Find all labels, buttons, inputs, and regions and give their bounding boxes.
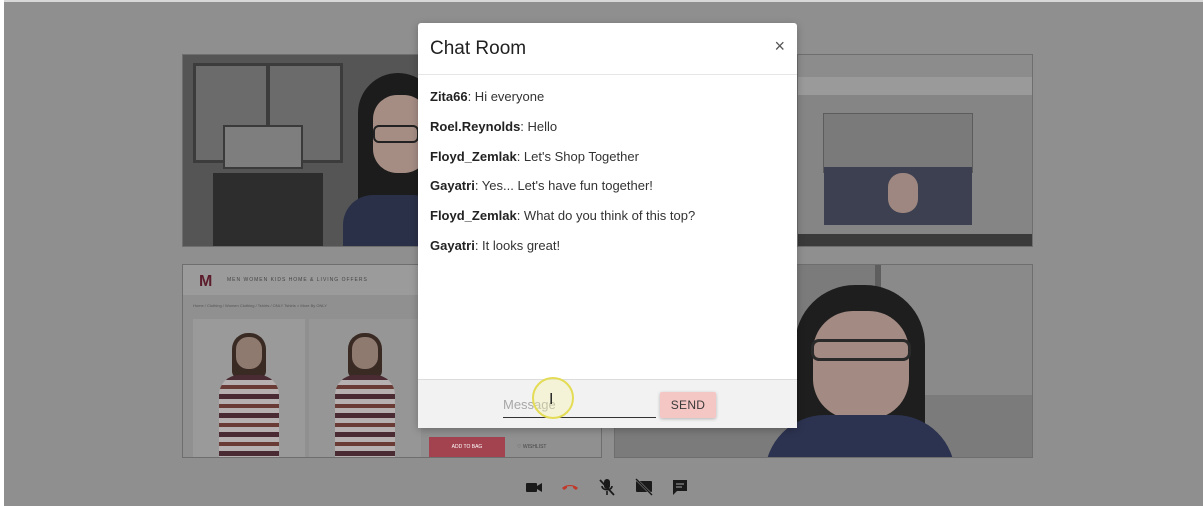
participant-glasses <box>811 339 911 361</box>
mic-off-icon[interactable] <box>596 476 618 498</box>
product-image-1 <box>193 319 305 457</box>
shop-logo: M <box>199 273 213 290</box>
message-text: : What do you think of this top? <box>516 208 696 224</box>
chat-room-modal: Chat Room × Zita66: Hi everyone Roel.Rey… <box>418 23 797 428</box>
video-tile-screen-share[interactable] <box>797 54 1033 247</box>
message-author: Gayatri <box>430 237 475 253</box>
chat-icon[interactable] <box>669 476 691 498</box>
message-author: Floyd_Zemlak <box>430 208 517 224</box>
participant-glasses <box>373 125 419 143</box>
modal-title: Chat Room <box>430 38 527 59</box>
message-list: Zita66: Hi everyone Roel.Reynolds: Hello… <box>430 87 780 266</box>
message-text: : Hi everyone <box>467 89 545 104</box>
message-author: Roel.Reynolds <box>430 118 521 134</box>
message-text: : It looks great! <box>474 237 561 253</box>
chat-message: Floyd_Zemlak: What do you think of this … <box>430 206 780 236</box>
model-head <box>352 337 378 369</box>
chat-message: Roel.Reynolds: Hello <box>430 117 780 147</box>
shop-menu: MEN WOMEN KIDS HOME & LIVING OFFERS <box>227 277 368 283</box>
modal-header: Chat Room × <box>418 23 797 75</box>
chat-message: Zita66: Hi everyone <box>430 87 780 117</box>
message-author: Floyd_Zemlak <box>430 148 517 164</box>
shared-browser-tabs <box>798 55 1032 77</box>
shared-taskbar <box>798 234 1032 246</box>
model-head <box>236 337 262 369</box>
wishlist-button: ♡ WISHLIST <box>517 444 547 450</box>
shared-video-face <box>888 173 918 213</box>
model-striped-top <box>219 375 279 457</box>
room-door <box>213 173 323 246</box>
message-author: Zita66 <box>430 89 468 104</box>
participant-face <box>813 311 909 419</box>
video-tile-participant-1[interactable] <box>182 54 420 247</box>
video-camera-icon[interactable] <box>523 476 545 498</box>
chat-message: Gayatri: It looks great! <box>430 236 780 266</box>
message-author: Gayatri <box>430 178 475 194</box>
product-image-2 <box>309 319 421 457</box>
hang-up-icon[interactable] <box>559 476 581 498</box>
message-composer: SEND <box>418 379 797 428</box>
send-button[interactable]: SEND <box>660 392 716 418</box>
model-striped-top <box>335 375 395 457</box>
add-to-bag-button: ADD TO BAG <box>429 437 505 457</box>
message-text: : Hello <box>520 118 558 134</box>
participant-shirt <box>343 195 419 246</box>
shared-bookmarks-bar <box>798 77 1032 95</box>
chat-message: Gayatri: Yes... Let's have fun together! <box>430 176 780 206</box>
room-sign <box>223 125 303 169</box>
chat-message: Floyd_Zemlak: Let's Shop Together <box>430 147 780 177</box>
close-icon[interactable]: × <box>774 37 785 55</box>
window-top-edge <box>0 0 1203 2</box>
shared-window <box>823 113 973 173</box>
message-input[interactable] <box>503 392 656 418</box>
shop-breadcrumb: Home / Clothing / Women Clothing / Tshir… <box>193 303 327 308</box>
message-text: : Let's Shop Together <box>516 148 639 164</box>
message-text: : Yes... Let's have fun together! <box>474 178 653 194</box>
left-edge-strip <box>0 0 4 506</box>
text-cursor-icon: I <box>549 390 554 408</box>
screen-share-off-icon[interactable] <box>633 476 655 498</box>
